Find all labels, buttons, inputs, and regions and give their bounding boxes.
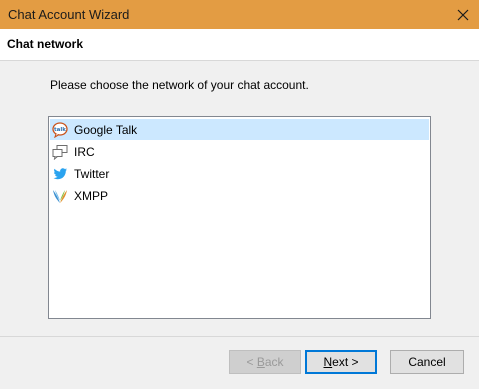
svg-text:talk: talk <box>54 127 66 133</box>
cancel-button[interactable]: Cancel <box>390 350 464 374</box>
list-item-label: Google Talk <box>74 122 138 137</box>
list-item-label: Twitter <box>74 166 110 181</box>
window-title: Chat Account Wizard <box>8 7 130 22</box>
list-item-label: IRC <box>74 144 95 159</box>
title-bar: Chat Account Wizard <box>0 0 479 29</box>
list-item-google-talk[interactable]: talk Google Talk <box>50 119 429 140</box>
next-button[interactable]: Next > <box>305 350 377 374</box>
list-item-twitter[interactable]: Twitter <box>50 163 429 184</box>
next-button-rest: ext > <box>332 355 359 369</box>
back-button-rest: ack <box>264 355 284 369</box>
irc-icon <box>52 144 68 160</box>
page-title: Chat network <box>7 37 84 51</box>
wizard-header: Chat network <box>0 29 479 61</box>
xmpp-icon <box>52 188 68 204</box>
network-list[interactable]: talk Google Talk IRC Twitter XMPP <box>48 116 431 319</box>
back-button[interactable]: < Back <box>229 350 301 374</box>
google-talk-icon: talk <box>52 121 68 138</box>
cancel-button-label: Cancel <box>408 355 446 369</box>
close-button[interactable] <box>447 0 479 29</box>
twitter-icon <box>52 166 68 182</box>
list-item-irc[interactable]: IRC <box>50 141 429 162</box>
close-icon <box>457 9 469 20</box>
back-button-accel: B <box>256 355 265 369</box>
next-button-accel: N <box>323 355 333 369</box>
list-item-label: XMPP <box>74 188 109 203</box>
list-item-xmpp[interactable]: XMPP <box>50 185 429 206</box>
footer-divider <box>0 336 479 337</box>
network-prompt: Please choose the network of your chat a… <box>50 78 309 92</box>
back-button-prefix: < <box>246 355 257 369</box>
